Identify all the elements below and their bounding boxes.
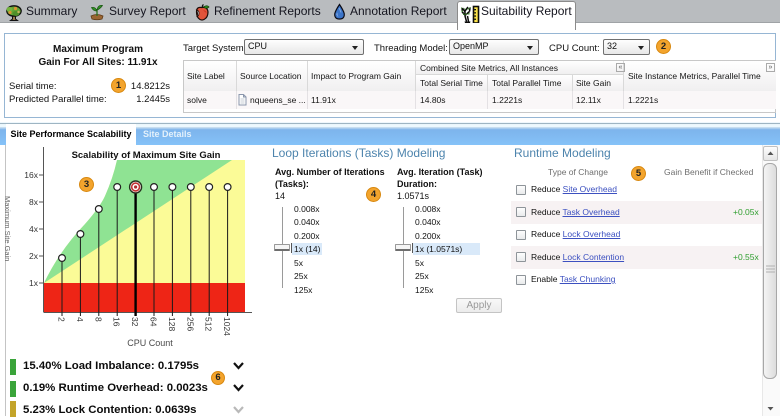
svg-text:32: 32: [130, 317, 140, 327]
svg-text:128: 128: [167, 317, 177, 331]
svg-text:2: 2: [57, 317, 67, 322]
svg-text:512: 512: [204, 317, 214, 331]
svg-text:CPU Count: CPU Count: [127, 338, 173, 348]
svg-text:4: 4: [75, 317, 85, 322]
svg-text:16: 16: [112, 317, 122, 327]
svg-text:Maximum Site Gain: Maximum Site Gain: [3, 196, 12, 261]
svg-text:8: 8: [93, 317, 103, 322]
svg-text:1x: 1x: [29, 278, 39, 288]
svg-text:8x: 8x: [29, 197, 39, 207]
svg-text:2x: 2x: [29, 251, 39, 261]
svg-text:Scalability of Maximum Site Ga: Scalability of Maximum Site Gain: [72, 150, 221, 161]
svg-text:4x: 4x: [29, 224, 39, 234]
svg-text:1024: 1024: [222, 317, 232, 336]
svg-text:256: 256: [185, 317, 195, 331]
svg-text:16x: 16x: [24, 170, 38, 180]
svg-text:64: 64: [149, 317, 159, 327]
